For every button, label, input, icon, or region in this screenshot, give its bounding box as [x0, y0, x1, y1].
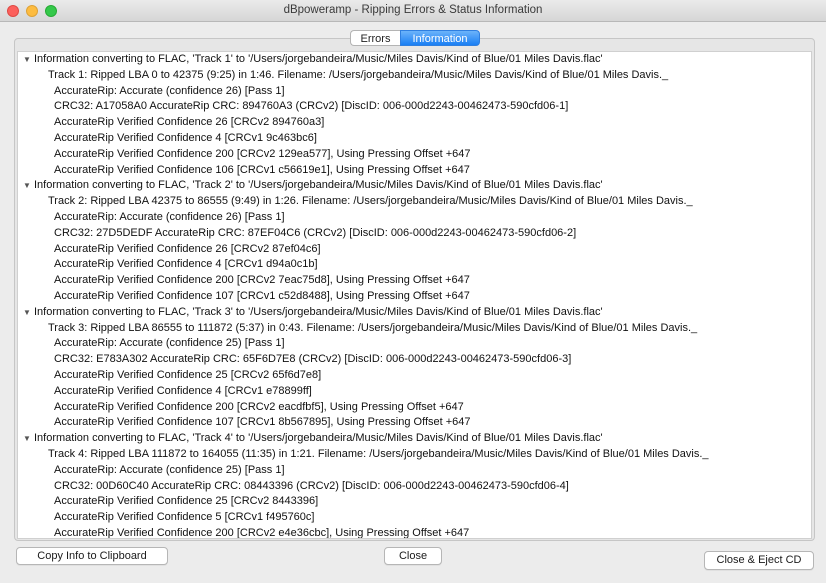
log-text: AccurateRip Verified Confidence 25 [CRCv… [54, 495, 319, 508]
log-text: AccurateRip: Accurate (confidence 26) [P… [54, 210, 285, 223]
log-line: AccurateRip Verified Confidence 5 [CRCv1… [18, 510, 811, 526]
close-eject-button[interactable]: Close & Eject CD [704, 551, 814, 570]
log-line: AccurateRip Verified Confidence 200 [CRC… [18, 400, 811, 416]
log-line: CRC32: E783A302 AccurateRip CRC: 65F6D7E… [18, 352, 811, 368]
tab-information[interactable]: Information [400, 30, 480, 46]
window-title: dBpoweramp - Ripping Errors & Status Inf… [283, 4, 543, 16]
tab-errors[interactable]: Errors [350, 30, 400, 46]
log-text: AccurateRip: Accurate (confidence 25) [P… [54, 337, 285, 350]
log-text: AccurateRip Verified Confidence 200 [CRC… [54, 526, 470, 539]
log-text: Information converting to FLAC, 'Track 3… [34, 305, 603, 318]
log-line: AccurateRip: Accurate (confidence 26) [P… [18, 210, 811, 226]
log-text: AccurateRip Verified Confidence 25 [CRCv… [54, 368, 322, 381]
log-line: AccurateRip Verified Confidence 26 [CRCv… [18, 115, 811, 131]
log-line: AccurateRip Verified Confidence 107 [CRC… [18, 289, 811, 305]
log-text: AccurateRip: Accurate (confidence 25) [P… [54, 463, 285, 476]
log-line: Track 2: Ripped LBA 42375 to 86555 (9:49… [18, 194, 811, 210]
log-line: AccurateRip Verified Confidence 4 [CRCv1… [18, 384, 811, 400]
log-text: Track 2: Ripped LBA 42375 to 86555 (9:49… [48, 195, 693, 208]
log-text: AccurateRip: Accurate (confidence 26) [P… [54, 84, 285, 97]
log-line: AccurateRip Verified Confidence 107 [CRC… [18, 415, 811, 431]
log-line: Track 1: Ripped LBA 0 to 42375 (9:25) in… [18, 68, 811, 84]
log-line: CRC32: 00D60C40 AccurateRip CRC: 0844339… [18, 479, 811, 495]
log-line: CRC32: A17058A0 AccurateRip CRC: 894760A… [18, 99, 811, 115]
log-group-header[interactable]: ▼ Information converting to FLAC, 'Track … [18, 305, 811, 321]
log-line: AccurateRip Verified Confidence 200 [CRC… [18, 147, 811, 163]
log-text: AccurateRip Verified Confidence 200 [CRC… [54, 274, 470, 287]
disclosure-triangle-icon[interactable]: ▼ [23, 305, 31, 321]
log-line: AccurateRip: Accurate (confidence 25) [P… [18, 336, 811, 352]
log-text: CRC32: 00D60C40 AccurateRip CRC: 0844339… [54, 479, 569, 492]
log-text: AccurateRip Verified Confidence 107 [CRC… [54, 289, 470, 302]
log-text: AccurateRip Verified Confidence 26 [CRCv… [54, 242, 321, 255]
log-text: CRC32: E783A302 AccurateRip CRC: 65F6D7E… [54, 353, 572, 366]
log-text: AccurateRip Verified Confidence 4 [CRCv1… [54, 131, 317, 144]
log-text: Track 4: Ripped LBA 111872 to 164055 (11… [48, 447, 709, 460]
log-line: Track 4: Ripped LBA 111872 to 164055 (11… [18, 447, 811, 463]
close-button[interactable]: Close [384, 547, 442, 565]
log-text: AccurateRip Verified Confidence 200 [CRC… [54, 400, 464, 413]
tab-bar: Errors Information [350, 30, 480, 46]
log-text: AccurateRip Verified Confidence 4 [CRCv1… [54, 384, 312, 397]
log-line: Track 3: Ripped LBA 86555 to 111872 (5:3… [18, 321, 811, 337]
log-text: CRC32: A17058A0 AccurateRip CRC: 894760A… [54, 100, 569, 113]
disclosure-triangle-icon[interactable]: ▼ [23, 178, 31, 194]
log-text: AccurateRip Verified Confidence 5 [CRCv1… [54, 511, 315, 524]
disclosure-triangle-icon[interactable]: ▼ [23, 431, 31, 447]
log-text: Track 1: Ripped LBA 0 to 42375 (9:25) in… [48, 68, 669, 81]
log-text: AccurateRip Verified Confidence 106 [CRC… [54, 163, 470, 176]
log-text: AccurateRip Verified Confidence 26 [CRCv… [54, 116, 325, 129]
log-text: Information converting to FLAC, 'Track 1… [34, 53, 603, 65]
log-line: AccurateRip Verified Confidence 200 [CRC… [18, 526, 811, 539]
title-bar: dBpoweramp - Ripping Errors & Status Inf… [0, 0, 826, 22]
log-line: AccurateRip Verified Confidence 25 [CRCv… [18, 368, 811, 384]
information-log[interactable]: ▼ Information converting to FLAC, 'Track … [17, 51, 812, 539]
log-line: AccurateRip: Accurate (confidence 26) [P… [18, 84, 811, 100]
log-text: Track 3: Ripped LBA 86555 to 111872 (5:3… [48, 321, 698, 334]
log-line: AccurateRip Verified Confidence 106 [CRC… [18, 163, 811, 179]
log-line: AccurateRip Verified Confidence 25 [CRCv… [18, 494, 811, 510]
log-group-header[interactable]: ▼ Information converting to FLAC, 'Track … [18, 178, 811, 194]
log-text: AccurateRip Verified Confidence 107 [CRC… [54, 416, 471, 429]
log-group-header[interactable]: ▼ Information converting to FLAC, 'Track … [18, 431, 811, 447]
copy-info-button[interactable]: Copy Info to Clipboard [16, 547, 168, 565]
log-text: AccurateRip Verified Confidence 200 [CRC… [54, 147, 471, 160]
log-line: AccurateRip: Accurate (confidence 25) [P… [18, 463, 811, 479]
log-line: AccurateRip Verified Confidence 200 [CRC… [18, 273, 811, 289]
log-text: Information converting to FLAC, 'Track 4… [34, 432, 603, 445]
log-group-header[interactable]: ▼ Information converting to FLAC, 'Track … [18, 52, 811, 68]
log-line: AccurateRip Verified Confidence 4 [CRCv1… [18, 131, 811, 147]
disclosure-triangle-icon[interactable]: ▼ [23, 52, 31, 68]
log-line: AccurateRip Verified Confidence 4 [CRCv1… [18, 257, 811, 273]
log-line: AccurateRip Verified Confidence 26 [CRCv… [18, 242, 811, 258]
log-text: Information converting to FLAC, 'Track 2… [34, 179, 603, 192]
log-line: CRC32: 27D5DEDF AccurateRip CRC: 87EF04C… [18, 226, 811, 242]
log-text: CRC32: 27D5DEDF AccurateRip CRC: 87EF04C… [54, 226, 577, 239]
log-text: AccurateRip Verified Confidence 4 [CRCv1… [54, 258, 318, 271]
ripping-status-window: dBpoweramp - Ripping Errors & Status Inf… [0, 0, 826, 583]
